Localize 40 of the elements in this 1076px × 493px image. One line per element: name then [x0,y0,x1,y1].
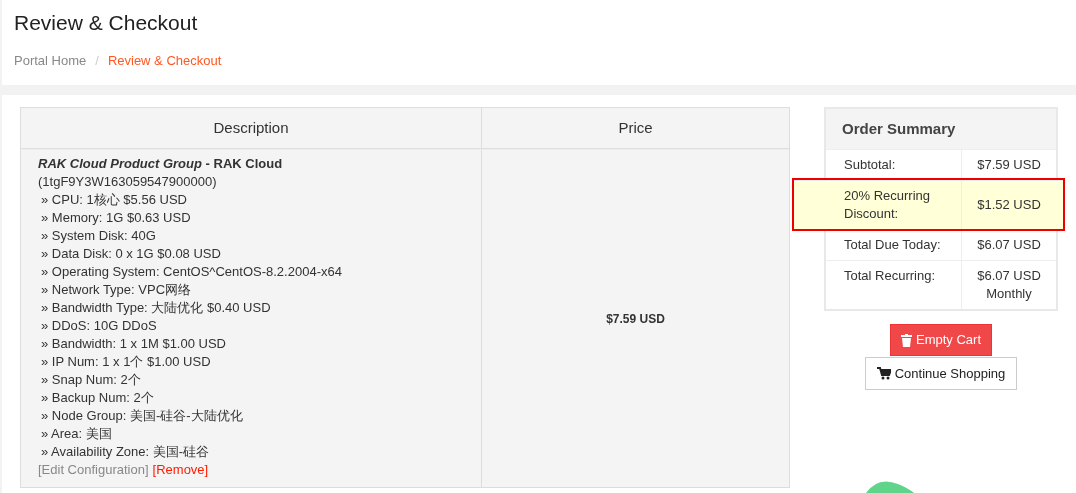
empty-cart-button[interactable]: Empty Cart [890,324,992,356]
summary-value: $6.07 USD [977,236,1041,254]
config-option: » Bandwidth: 1 x 1M $1.00 USD [38,335,464,353]
trash-icon [901,333,912,347]
column-header: Description [213,117,289,138]
config-option: » Bandwidth Type: 大陆优化 $0.40 USD [38,299,464,317]
config-option: » Node Group: 美国-硅谷-大陆优化 [38,407,464,425]
remove-link[interactable]: [Remove] [152,461,209,479]
config-option: » DDoS: 10G DDoS [38,317,464,335]
page-title: Review & Checkout [14,10,198,36]
summary-value: $1.52 USD [977,196,1041,214]
summary-value: $6.07 USD [977,267,1041,285]
breadcrumb-link[interactable]: Portal Home [14,51,87,71]
config-option: » Backup Num: 2个 [38,389,464,407]
config-option: » Operating System: CentOS^CentOS-8.2.2004-x64 [38,263,464,281]
config-option: » Network Type: VPC网络 [38,281,464,299]
edit-configuration-link[interactable]: [Edit Configuration] [38,461,149,479]
continue-shopping-button[interactable]: Continue Shopping [864,357,1018,390]
column-header: Price [618,117,653,138]
config-option: » Availability Zone: 美国-硅谷 [38,443,464,461]
summary-value: $7.59 USD [977,156,1041,174]
item-price: $7.59 USD [606,310,665,328]
product-id: (1tgF9Y3W163059547900000) [38,173,218,191]
config-option: » Area: 美国 [38,425,464,443]
config-option: » Snap Num: 2个 [38,371,464,389]
config-option: » System Disk: 40G [38,227,464,245]
product-name: RAK Cloud Product Group - RAK Cloud [38,155,284,173]
summary-label: Subtotal: [844,156,896,174]
cart-icon [876,367,891,380]
config-option: » Memory: 1G $0.63 USD [38,209,464,227]
config-option: » IP Num: 1 x 1个 $1.00 USD [38,353,464,371]
summary-note: Monthly [986,285,1032,303]
config-option: » Data Disk: 0 x 1G $0.08 USD [38,245,464,263]
summary-label: Total Due Today: [844,236,941,254]
panel-title: Order Summary [842,118,956,139]
breadcrumb-link[interactable]: Review & Checkout [107,51,222,71]
summary-label: Total Recurring: [844,267,936,285]
config-option: » CPU: 1核心 $5.56 USD [38,191,464,209]
breadcrumb-separator: / [95,52,99,70]
summary-label: 20% Recurring Discount: [844,187,931,223]
